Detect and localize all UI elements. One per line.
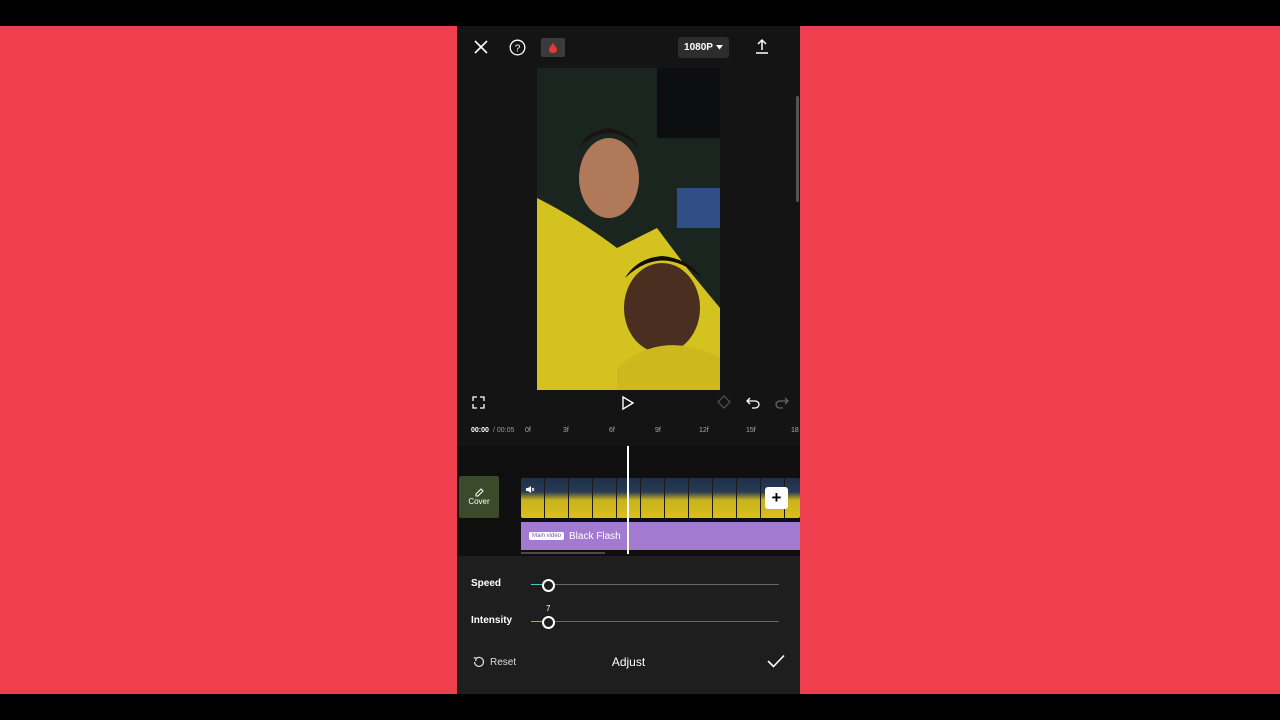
record-icon: [549, 42, 557, 53]
intensity-label: Intensity: [471, 615, 513, 626]
undo-icon[interactable]: [745, 394, 761, 410]
playback-controls: [457, 390, 800, 416]
time-ruler[interactable]: 00:00 / 00:05 0f 3f 6f 9f 12f 15f 18: [457, 424, 800, 438]
background-left: [0, 26, 457, 694]
effect-clip[interactable]: Main video Black Flash: [521, 522, 800, 550]
speed-slider[interactable]: [531, 579, 779, 592]
record-button[interactable]: [541, 38, 565, 57]
play-icon[interactable]: [620, 394, 636, 412]
top-toolbar: ? 1080P: [457, 26, 800, 68]
reset-label: Reset: [490, 656, 517, 668]
check-icon[interactable]: [767, 654, 785, 673]
ruler-tick: 12f: [699, 427, 709, 434]
mute-icon[interactable]: [525, 481, 535, 499]
speed-slider-knob[interactable]: [542, 579, 555, 592]
keyframe-icon[interactable]: [716, 394, 732, 410]
cover-label: Cover: [468, 497, 490, 506]
chevron-down-icon: [715, 45, 723, 50]
intensity-value: 7: [546, 604, 551, 613]
background-right: [800, 26, 1280, 694]
resolution-dropdown[interactable]: 1080P: [678, 37, 729, 58]
redo-icon[interactable]: [774, 394, 790, 410]
video-editor-screen: ? 1080P 00:00 / 00:05 0f 3f 6f 9f 12f 15…: [457, 26, 800, 694]
speed-label: Speed: [471, 578, 502, 589]
letterbox-bottom: [0, 694, 1280, 720]
cover-button[interactable]: Cover: [459, 476, 499, 518]
ruler-tick: 6f: [609, 427, 615, 434]
playhead[interactable]: [627, 446, 629, 554]
ruler-tick: 0f: [525, 427, 531, 434]
intensity-slider-knob[interactable]: [542, 616, 555, 629]
edit-icon: [475, 488, 484, 497]
speed-row: Speed: [471, 575, 786, 595]
add-clip-button[interactable]: +: [765, 487, 788, 509]
panel-footer: Adjust Reset: [457, 652, 800, 676]
current-time: 00:00: [471, 427, 489, 434]
video-clip[interactable]: [521, 478, 800, 518]
svg-text:?: ?: [514, 43, 520, 54]
plus-icon: +: [771, 488, 782, 507]
ruler-tick: 9f: [655, 427, 661, 434]
ruler-tick: 3f: [563, 427, 569, 434]
intensity-slider[interactable]: 7: [531, 604, 779, 629]
close-icon[interactable]: [471, 37, 491, 57]
effect-badge: Main video: [529, 532, 565, 540]
letterbox-top: [0, 0, 1280, 26]
effect-label: Black Flash: [569, 530, 621, 542]
adjust-panel: Speed Intensity 7 Adjust Reset: [457, 556, 800, 694]
export-icon[interactable]: [753, 36, 771, 56]
help-icon[interactable]: ?: [507, 37, 527, 57]
reset-icon: [473, 656, 485, 667]
ruler-tick: 18: [791, 427, 799, 434]
fullscreen-icon[interactable]: [470, 394, 486, 410]
clip-divider: [521, 552, 605, 554]
ruler-tick: 15f: [746, 427, 756, 434]
total-time: / 00:05: [493, 427, 515, 434]
reset-button[interactable]: Reset: [473, 656, 516, 668]
scroll-indicator[interactable]: [796, 96, 799, 202]
resolution-label: 1080P: [684, 42, 713, 53]
video-preview[interactable]: [537, 68, 720, 390]
intensity-row: Intensity 7: [471, 604, 786, 632]
